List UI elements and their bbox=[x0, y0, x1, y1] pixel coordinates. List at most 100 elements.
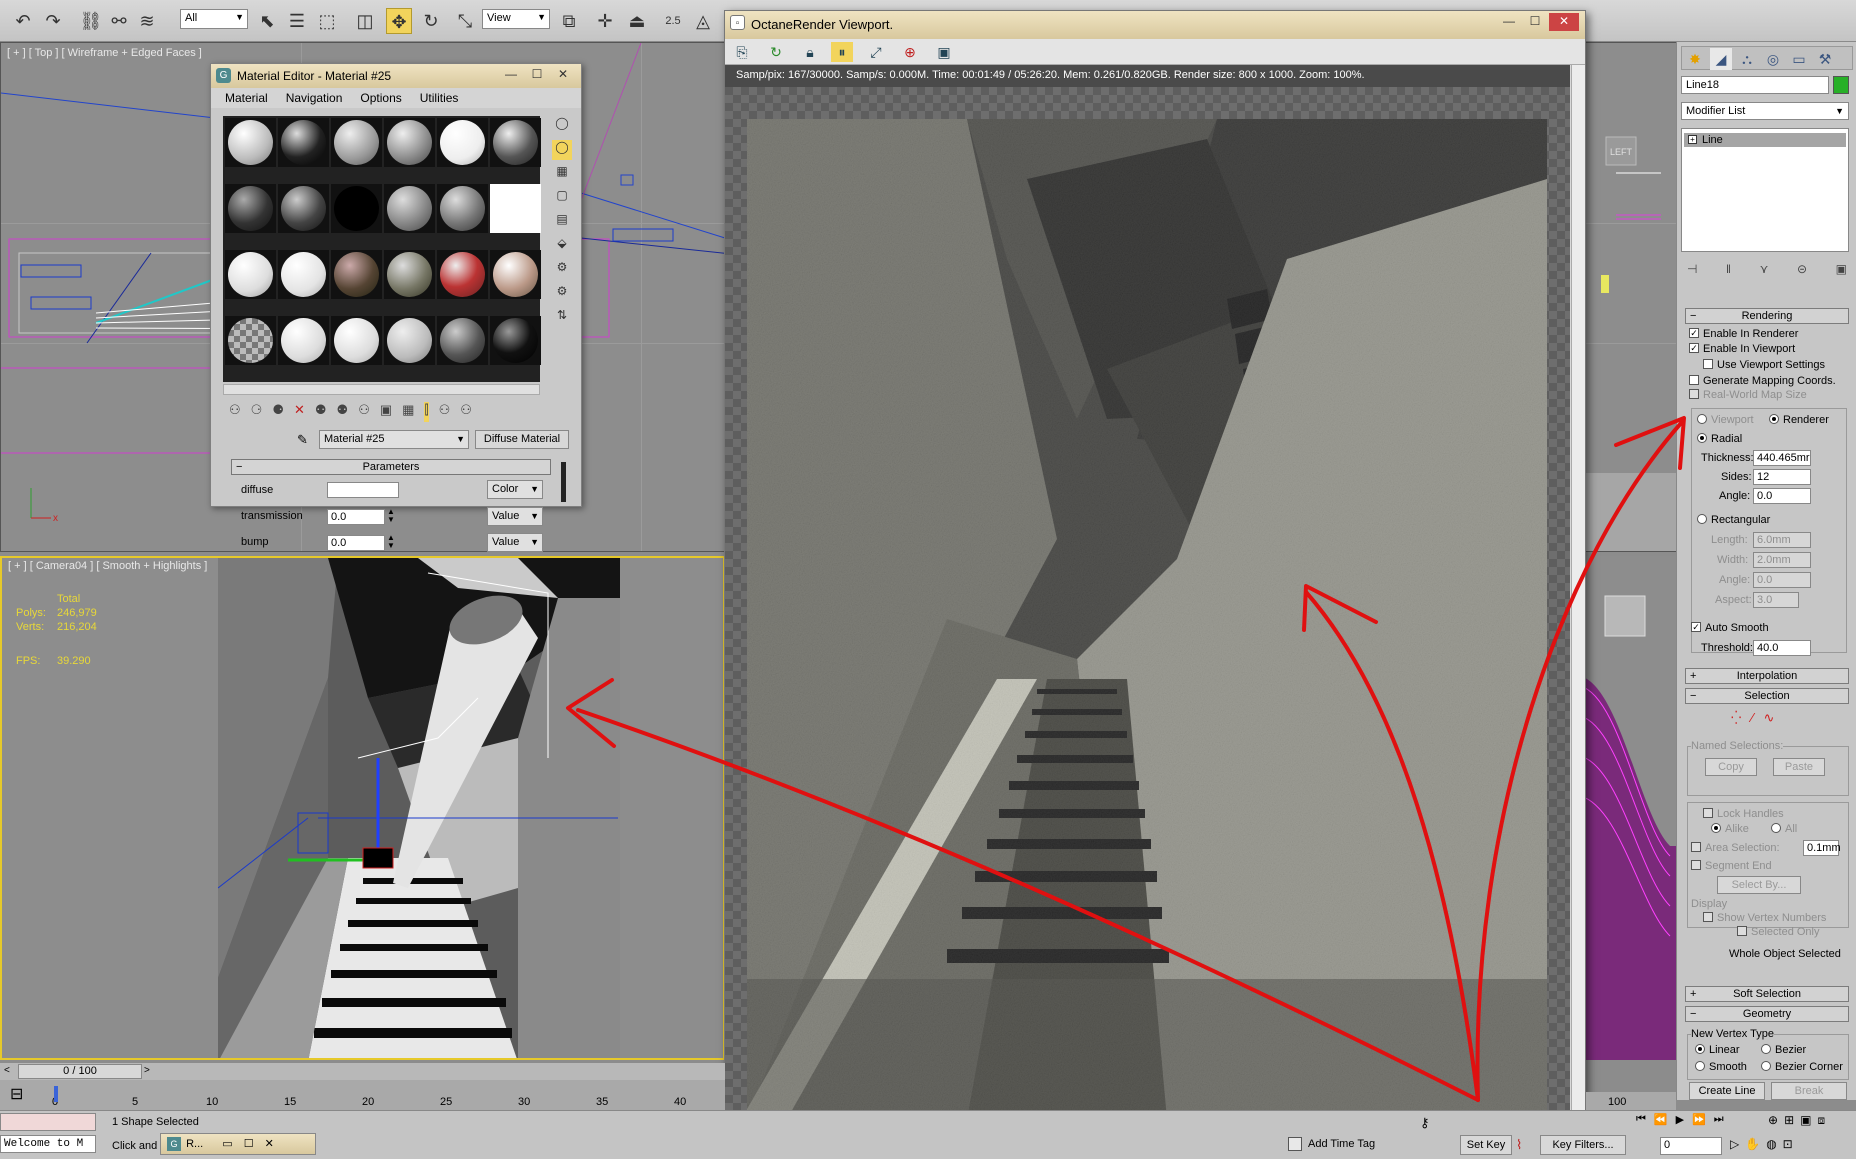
select-by-material-icon[interactable]: ⚙ bbox=[552, 284, 572, 304]
break-button[interactable]: Break bbox=[1771, 1082, 1847, 1100]
make-preview-icon[interactable]: ⬙ bbox=[552, 236, 572, 256]
camera-viewport[interactable]: [ + ] [ Camera04 ] [ Smooth + Highlights… bbox=[0, 556, 725, 1060]
configure-sets-icon[interactable]: ▣ bbox=[1836, 262, 1847, 276]
segment-end-checkbox[interactable]: Segment End bbox=[1691, 860, 1772, 872]
bump-mode-dropdown[interactable]: Value ▼ bbox=[487, 533, 543, 552]
material-slot[interactable] bbox=[384, 118, 435, 167]
set-key-button[interactable]: Set Key bbox=[1460, 1135, 1512, 1155]
rotate-icon[interactable]: ↻ bbox=[418, 8, 444, 34]
pivot-center-icon[interactable]: ⧉ bbox=[556, 8, 582, 34]
go-to-end-icon[interactable]: ⏭ bbox=[1714, 1113, 1724, 1126]
geometry-rollout[interactable]: − Geometry bbox=[1685, 1006, 1849, 1022]
show-end-result-icon[interactable]: ‖ bbox=[1726, 262, 1731, 276]
viewport-radio[interactable]: Viewport bbox=[1697, 414, 1754, 426]
utilities-tab-icon[interactable]: ⚒ bbox=[1814, 48, 1836, 70]
select-object-icon[interactable]: ⬉ bbox=[254, 8, 280, 34]
bind-spacewarp-icon[interactable]: ≋ bbox=[134, 8, 160, 34]
material-slot[interactable] bbox=[384, 250, 435, 299]
real-world-map-size-checkbox[interactable]: Real-World Map Size bbox=[1689, 389, 1807, 401]
video-check-icon[interactable]: ▤ bbox=[552, 212, 572, 232]
go-sibling-icon[interactable]: ⚇ bbox=[460, 402, 472, 422]
material-slot[interactable] bbox=[225, 118, 276, 167]
material-slot[interactable] bbox=[384, 184, 435, 233]
go-to-parent-icon[interactable]: ⫿ bbox=[424, 402, 429, 422]
close-icon[interactable]: ✕ bbox=[1549, 13, 1579, 31]
transmission-field[interactable]: 0.0 bbox=[327, 509, 385, 525]
material-slot[interactable] bbox=[490, 118, 541, 167]
make-unique-icon[interactable]: ⚉ bbox=[315, 402, 327, 422]
selected-only-checkbox[interactable]: Selected Only bbox=[1737, 926, 1819, 938]
spline-mode-icon[interactable]: ∿ bbox=[1764, 710, 1775, 726]
material-navigator-icon[interactable]: ⇅ bbox=[552, 308, 572, 328]
key-mode-icon[interactable]: ⌇ bbox=[1516, 1137, 1522, 1153]
backlight-icon[interactable]: ◯ bbox=[552, 140, 572, 160]
enable-in-viewport-checkbox[interactable]: ✓ Enable In Viewport bbox=[1689, 343, 1795, 355]
enable-in-renderer-checkbox[interactable]: ✓ Enable In Renderer bbox=[1689, 328, 1798, 340]
angle-field[interactable]: 0.0 bbox=[1753, 488, 1811, 504]
time-slider-thumb[interactable]: 0 / 100 bbox=[18, 1064, 142, 1079]
link-icon[interactable]: ⛓ bbox=[78, 8, 104, 34]
slots-scrollbar[interactable] bbox=[223, 384, 540, 395]
orbit-icon[interactable]: ◍ bbox=[1766, 1137, 1776, 1151]
window-crossing-icon[interactable]: ◫ bbox=[352, 8, 378, 34]
prev-frame-icon[interactable]: < bbox=[4, 1065, 16, 1078]
area-selection-field[interactable]: 0.1mm bbox=[1803, 840, 1841, 856]
menu-navigation[interactable]: Navigation bbox=[286, 88, 343, 108]
diffuse-mode-dropdown[interactable]: Color ▼ bbox=[487, 480, 543, 499]
maximize-viewport-icon[interactable]: ⊡ bbox=[1783, 1137, 1793, 1151]
hierarchy-tab-icon[interactable]: ⛬ bbox=[1736, 48, 1758, 70]
menu-material[interactable]: Material bbox=[225, 88, 268, 108]
background-icon[interactable]: ▦ bbox=[552, 164, 572, 184]
manipulate-icon[interactable]: ✛ bbox=[592, 8, 618, 34]
material-slot[interactable] bbox=[490, 184, 541, 233]
maxscript-mini-listener[interactable]: Welcome to M bbox=[0, 1135, 96, 1153]
object-color-swatch[interactable] bbox=[1833, 76, 1849, 94]
renderer-radio[interactable]: Renderer bbox=[1769, 414, 1829, 426]
alike-radio[interactable]: Alike bbox=[1711, 823, 1749, 835]
focus-picker-icon[interactable]: ⊕ bbox=[899, 42, 921, 62]
material-slot[interactable] bbox=[278, 316, 329, 365]
minimize-icon[interactable]: — bbox=[499, 66, 523, 84]
show-vertex-numbers-checkbox[interactable]: Show Vertex Numbers bbox=[1703, 912, 1826, 924]
options-icon[interactable]: ⚙ bbox=[552, 260, 572, 280]
area-selection-checkbox[interactable]: Area Selection: bbox=[1691, 842, 1780, 854]
previous-frame-icon[interactable]: ⏪ bbox=[1654, 1113, 1668, 1126]
scale-icon[interactable]: ⤡ bbox=[452, 8, 478, 34]
rect-angle-field[interactable]: 0.0 bbox=[1753, 572, 1811, 588]
pan-icon[interactable]: ✋ bbox=[1745, 1137, 1760, 1151]
motion-tab-icon[interactable]: ◎ bbox=[1762, 48, 1784, 70]
region-render-icon[interactable]: ⤢ bbox=[865, 42, 887, 62]
restore-icon[interactable]: ▭ bbox=[222, 1138, 232, 1150]
material-name-field[interactable]: Material #25 ▼ bbox=[319, 430, 469, 449]
restart-render-icon[interactable]: ↻ bbox=[765, 42, 787, 62]
length-field[interactable]: 6.0mm bbox=[1753, 532, 1811, 548]
material-slot[interactable] bbox=[331, 184, 382, 233]
lock-icon[interactable]: 🔒︎ bbox=[799, 42, 821, 62]
stack-item-line[interactable]: + Line bbox=[1684, 133, 1846, 147]
transmission-mode-dropdown[interactable]: Value ▼ bbox=[487, 507, 543, 526]
assign-to-selection-icon[interactable]: ⚈ bbox=[272, 402, 284, 422]
paste-button[interactable]: Paste bbox=[1773, 758, 1825, 776]
interpolation-rollout[interactable]: + Interpolation bbox=[1685, 668, 1849, 684]
angle-snap-icon[interactable]: ◬ bbox=[690, 8, 716, 34]
octane-viewport-window[interactable]: ▫ OctaneRender Viewport. — ☐ ✕ ⎘ ↻ 🔒︎ ⏸ … bbox=[724, 10, 1586, 1125]
material-slot[interactable] bbox=[490, 250, 541, 299]
right-viewport[interactable] bbox=[1579, 556, 1680, 1060]
eyedropper-icon[interactable]: ✎ bbox=[297, 432, 308, 448]
radial-radio[interactable]: Radial bbox=[1697, 433, 1742, 445]
bump-field[interactable]: 0.0 bbox=[327, 535, 385, 551]
snap-toggle-icon[interactable]: 2.5 bbox=[660, 8, 686, 34]
top-viewport-label[interactable]: [ + ] [ Top ] [ Wireframe + Edged Faces … bbox=[7, 47, 202, 59]
bezier-radio[interactable]: Bezier bbox=[1761, 1044, 1806, 1056]
bump-spinner-icon[interactable]: ▲ ▼ bbox=[387, 534, 395, 550]
next-frame-icon[interactable]: ⏩ bbox=[1692, 1113, 1706, 1126]
pause-icon[interactable]: ⏸ bbox=[831, 42, 853, 62]
zoom-extents-all-icon[interactable]: ⧈ bbox=[1817, 1113, 1825, 1128]
material-slot[interactable] bbox=[278, 184, 329, 233]
settings-icon[interactable]: ▣ bbox=[933, 42, 955, 62]
camera-viewport-label[interactable]: [ + ] [ Camera04 ] [ Smooth + Highlights… bbox=[8, 560, 207, 572]
create-line-button[interactable]: Create Line bbox=[1689, 1082, 1765, 1100]
uv-tiling-icon[interactable]: ▢ bbox=[552, 188, 572, 208]
key-icon[interactable]: ⚷ bbox=[1420, 1115, 1474, 1133]
go-forward-icon[interactable]: ⚇ bbox=[439, 402, 451, 422]
